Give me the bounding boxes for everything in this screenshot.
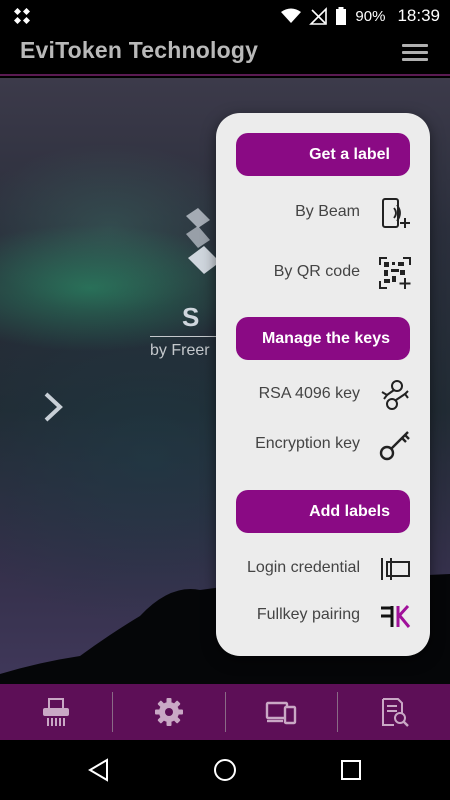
rsa-4096-key-item[interactable]: RSA 4096 key bbox=[216, 375, 430, 415]
rsa-4096-key-label: RSA 4096 key bbox=[258, 385, 360, 402]
app-icon bbox=[14, 8, 30, 24]
toolbar-devices[interactable] bbox=[226, 684, 338, 740]
rsa-key-icon bbox=[381, 380, 409, 410]
battery-percent: 90% bbox=[355, 7, 386, 25]
home-icon[interactable] bbox=[213, 758, 237, 782]
qr-add-icon bbox=[379, 257, 411, 289]
wifi-icon bbox=[281, 8, 302, 23]
popup-menu: Get a label By Beam By QR code Manage th… bbox=[216, 113, 430, 656]
app-bar: EviToken Technology bbox=[0, 32, 450, 76]
settings-icon bbox=[154, 698, 183, 726]
battery-icon bbox=[336, 7, 347, 25]
login-credential-icon bbox=[381, 558, 410, 580]
chevron-right-icon[interactable] bbox=[40, 390, 66, 424]
fullkey-icon bbox=[381, 604, 411, 628]
app-title: EviToken Technology bbox=[20, 37, 259, 63]
brand-name: S bbox=[182, 302, 214, 332]
no-signal-icon bbox=[309, 7, 328, 25]
by-qr-code-item[interactable]: By QR code bbox=[216, 253, 430, 293]
fullkey-pairing-label: Fullkey pairing bbox=[256, 606, 360, 623]
fullkey-pairing-item[interactable]: Fullkey pairing bbox=[216, 596, 430, 636]
back-icon[interactable] bbox=[87, 758, 111, 782]
toolbar-shredder[interactable] bbox=[0, 684, 112, 740]
devices-icon bbox=[266, 701, 297, 725]
login-credential-item[interactable]: Login credential bbox=[216, 549, 430, 589]
toolbar-settings[interactable] bbox=[113, 684, 225, 740]
encryption-key-label: Encryption key bbox=[255, 435, 360, 452]
divider bbox=[150, 336, 220, 337]
login-credential-label: Login credential bbox=[247, 559, 360, 576]
brand-subtitle: by Freer bbox=[150, 342, 210, 359]
hamburger-icon[interactable] bbox=[402, 44, 428, 62]
manage-keys-button[interactable]: Manage the keys bbox=[236, 317, 410, 360]
by-qr-code-label: By QR code bbox=[273, 263, 360, 280]
toolbar-document-search[interactable] bbox=[338, 684, 450, 740]
get-label-button[interactable]: Get a label bbox=[236, 133, 410, 176]
phone-beam-add-icon bbox=[382, 198, 410, 228]
shredder-icon bbox=[42, 698, 69, 726]
by-beam-item[interactable]: By Beam bbox=[216, 193, 430, 233]
by-beam-label: By Beam bbox=[295, 203, 360, 220]
add-labels-button[interactable]: Add labels bbox=[236, 490, 410, 533]
encryption-key-item[interactable]: Encryption key bbox=[216, 425, 430, 465]
status-bar: 90% 18:39 bbox=[0, 0, 450, 32]
bottom-toolbar bbox=[0, 684, 450, 740]
key-icon bbox=[379, 431, 410, 461]
document-search-icon bbox=[382, 698, 409, 727]
clock: 18:39 bbox=[397, 6, 440, 25]
system-nav-bar bbox=[0, 740, 450, 800]
recents-icon[interactable] bbox=[339, 758, 363, 782]
